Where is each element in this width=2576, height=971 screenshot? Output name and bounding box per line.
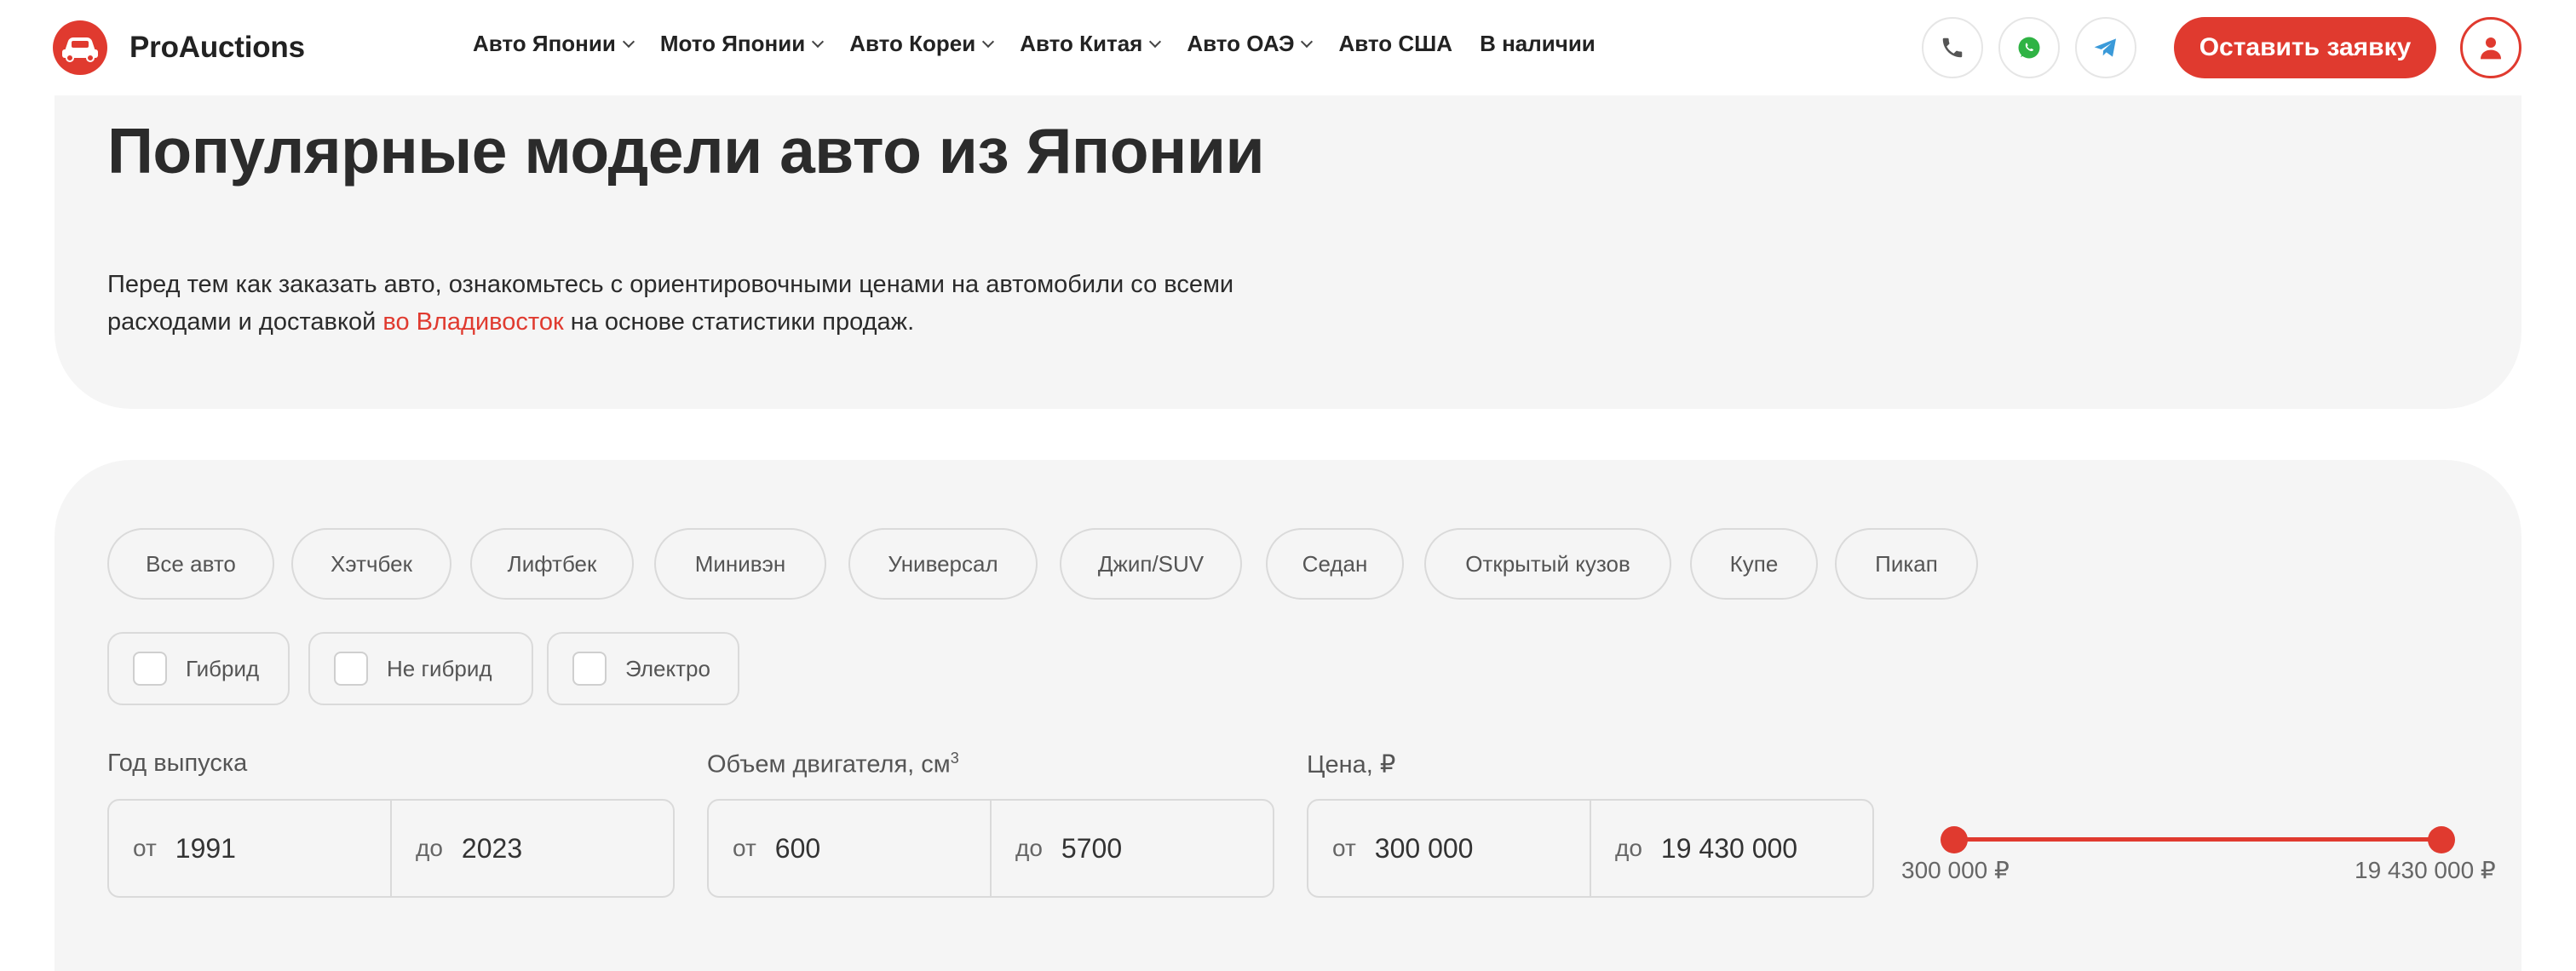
year-label: Год выпуска [107, 750, 248, 777]
engine-to-input[interactable]: до 5700 [990, 801, 1273, 896]
request-button[interactable]: Оставить заявку [2174, 17, 2436, 78]
body-type-chip-hatchback[interactable]: Хэтчбек [291, 528, 451, 600]
user-icon [2481, 37, 2501, 60]
filters-panel: Все авто Хэтчбек Лифтбек Минивэн Универс… [55, 460, 2521, 971]
account-button[interactable] [2460, 17, 2521, 78]
engine-range: от 600 до 5700 [707, 799, 1274, 898]
logo[interactable]: ProAuctions [53, 20, 305, 75]
body-type-chip-suv[interactable]: Джип/SUV [1060, 528, 1242, 600]
hero-section: Популярные модели авто из Японии Перед т… [55, 95, 2521, 409]
vladivostok-link[interactable]: во Владивосток [382, 308, 563, 336]
engine-label: Объем двигателя, см3 [707, 750, 959, 779]
telegram-button[interactable] [2075, 17, 2136, 78]
body-type-chip-liftback[interactable]: Лифтбек [470, 528, 634, 600]
hero-description: Перед тем как заказать авто, ознакомьтес… [107, 271, 1234, 336]
checkbox[interactable] [572, 652, 607, 686]
site-header: ProAuctions Авто Японии Мото Японии Авто… [0, 0, 2576, 95]
price-from-input[interactable]: от 300 000 [1308, 801, 1590, 896]
chevron-down-icon [812, 35, 825, 48]
fuel-checkbox-electric[interactable]: Электро [547, 632, 739, 705]
fuel-checkbox-hybrid[interactable]: Гибрид [107, 632, 290, 705]
price-range: от 300 000 до 19 430 000 [1307, 799, 1874, 898]
body-type-chip-convertible[interactable]: Открытый кузов [1424, 528, 1671, 600]
whatsapp-icon [2018, 37, 2040, 59]
car-logo-icon [53, 20, 107, 75]
year-from-input[interactable]: от 1991 [109, 801, 390, 896]
price-slider-track[interactable] [1954, 837, 2441, 842]
nav-item-in-stock[interactable]: В наличии [1480, 31, 1596, 57]
checkbox[interactable] [334, 652, 368, 686]
chevron-down-icon [1149, 35, 1162, 48]
phone-icon [1942, 37, 1963, 58]
fuel-checkbox-non-hybrid[interactable]: Не гибрид [308, 632, 533, 705]
nav-item-moto-japan[interactable]: Мото Японии [660, 31, 825, 57]
main-nav: Авто Японии Мото Японии Авто Кореи Авто … [473, 31, 1623, 57]
nav-item-auto-usa[interactable]: Авто США [1338, 31, 1452, 57]
nav-item-auto-korea[interactable]: Авто Кореи [849, 31, 995, 57]
price-label: Цена, ₽ [1307, 751, 1396, 779]
year-range: от 1991 до 2023 [107, 799, 675, 898]
body-type-chip-all[interactable]: Все авто [107, 528, 274, 600]
chevron-down-icon [982, 35, 995, 48]
price-slider-max-label: 19 430 000 ₽ [2355, 857, 2496, 883]
chevron-down-icon [622, 35, 635, 48]
price-slider-min-label: 300 000 ₽ [1901, 857, 2010, 883]
nav-item-auto-uae[interactable]: Авто ОАЭ [1187, 31, 1314, 57]
price-to-input[interactable]: до 19 430 000 [1590, 801, 1872, 896]
phone-button[interactable] [1922, 17, 1983, 78]
body-type-chip-sedan[interactable]: Седан [1266, 528, 1404, 600]
telegram-icon [2094, 38, 2116, 57]
nav-item-auto-china[interactable]: Авто Китая [1020, 31, 1162, 57]
logo-text: ProAuctions [129, 31, 305, 64]
body-type-chip-wagon[interactable]: Универсал [848, 528, 1038, 600]
body-type-chip-pickup[interactable]: Пикап [1835, 528, 1978, 600]
body-type-chip-minivan[interactable]: Минивэн [654, 528, 826, 600]
chevron-down-icon [1301, 35, 1314, 48]
year-to-input[interactable]: до 2023 [390, 801, 673, 896]
page-title: Популярные модели авто из Японии [107, 115, 1265, 187]
whatsapp-button[interactable] [1998, 17, 2060, 78]
engine-from-input[interactable]: от 600 [709, 801, 990, 896]
body-type-chip-coupe[interactable]: Купе [1690, 528, 1818, 600]
price-slider-min-handle[interactable] [1941, 826, 1968, 853]
price-slider-max-handle[interactable] [2428, 826, 2455, 853]
checkbox[interactable] [133, 652, 167, 686]
nav-item-auto-japan[interactable]: Авто Японии [473, 31, 635, 57]
